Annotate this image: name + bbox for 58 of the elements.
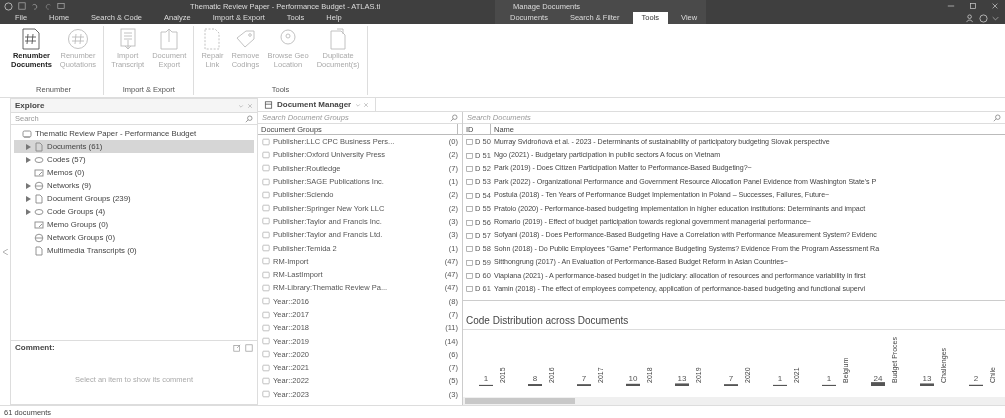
- value-label: 1: [826, 373, 832, 383]
- search-icon[interactable]: [450, 113, 458, 122]
- bar: [626, 383, 640, 386]
- duplicate-document-icon: [329, 28, 348, 50]
- bar: [920, 383, 934, 386]
- value-label: 7: [581, 373, 587, 383]
- value-label: 24: [873, 373, 883, 383]
- hash-document-icon: [21, 28, 42, 50]
- value-label: 2: [973, 373, 979, 383]
- code-icon: [34, 206, 44, 217]
- comment-title: Comment:: [15, 343, 55, 352]
- horizontal-scrollbar[interactable]: [463, 397, 1005, 405]
- pane-title: Explore: [15, 101, 45, 110]
- search-icon[interactable]: [993, 113, 1001, 122]
- person-icon[interactable]: [966, 13, 975, 23]
- bar: [675, 383, 689, 386]
- value-label: 8: [532, 373, 538, 383]
- undo-icon[interactable]: [31, 2, 39, 10]
- edit-icon[interactable]: [233, 343, 241, 352]
- value-label: 1: [483, 373, 489, 383]
- chart-title: Code Distribution across Documents: [463, 314, 1005, 330]
- save-icon[interactable]: [18, 2, 26, 10]
- bar: [724, 383, 738, 386]
- bar: [871, 381, 885, 386]
- search-icon[interactable]: [245, 114, 253, 123]
- document-icon: [34, 245, 44, 256]
- document-link-icon: [204, 28, 221, 50]
- value-label: 7: [728, 373, 734, 383]
- bar: [577, 383, 591, 386]
- value-label: 13: [677, 373, 687, 383]
- window-icon[interactable]: [57, 2, 65, 10]
- dropdown-icon[interactable]: [355, 101, 362, 108]
- hash-circle-icon: [67, 28, 89, 50]
- tag-icon: [234, 28, 257, 50]
- value-label: 1: [777, 373, 783, 383]
- network-icon: [34, 232, 44, 243]
- memo-icon: [34, 167, 44, 178]
- value-label: 13: [922, 373, 932, 383]
- value-label: 10: [628, 373, 638, 383]
- export-icon: [159, 28, 180, 50]
- project-icon: [22, 128, 32, 139]
- chevron-down-icon[interactable]: [992, 14, 999, 22]
- minimize-icon[interactable]: [947, 2, 955, 10]
- maximize-icon[interactable]: [969, 2, 977, 10]
- grid-icon: [264, 100, 273, 109]
- memo-icon: [34, 219, 44, 230]
- document-icon: [34, 193, 44, 204]
- app-logo-icon: [4, 1, 13, 11]
- document-manager-tab[interactable]: Document Manager: [258, 98, 377, 111]
- document-icon: [34, 141, 44, 152]
- close-icon[interactable]: [991, 2, 999, 10]
- expand-icon[interactable]: [245, 343, 253, 352]
- redo-icon[interactable]: [44, 2, 52, 10]
- help-icon[interactable]: [979, 13, 988, 23]
- network-icon: [34, 180, 44, 191]
- code-icon: [34, 154, 44, 165]
- import-icon: [118, 28, 137, 50]
- bar: [528, 383, 542, 386]
